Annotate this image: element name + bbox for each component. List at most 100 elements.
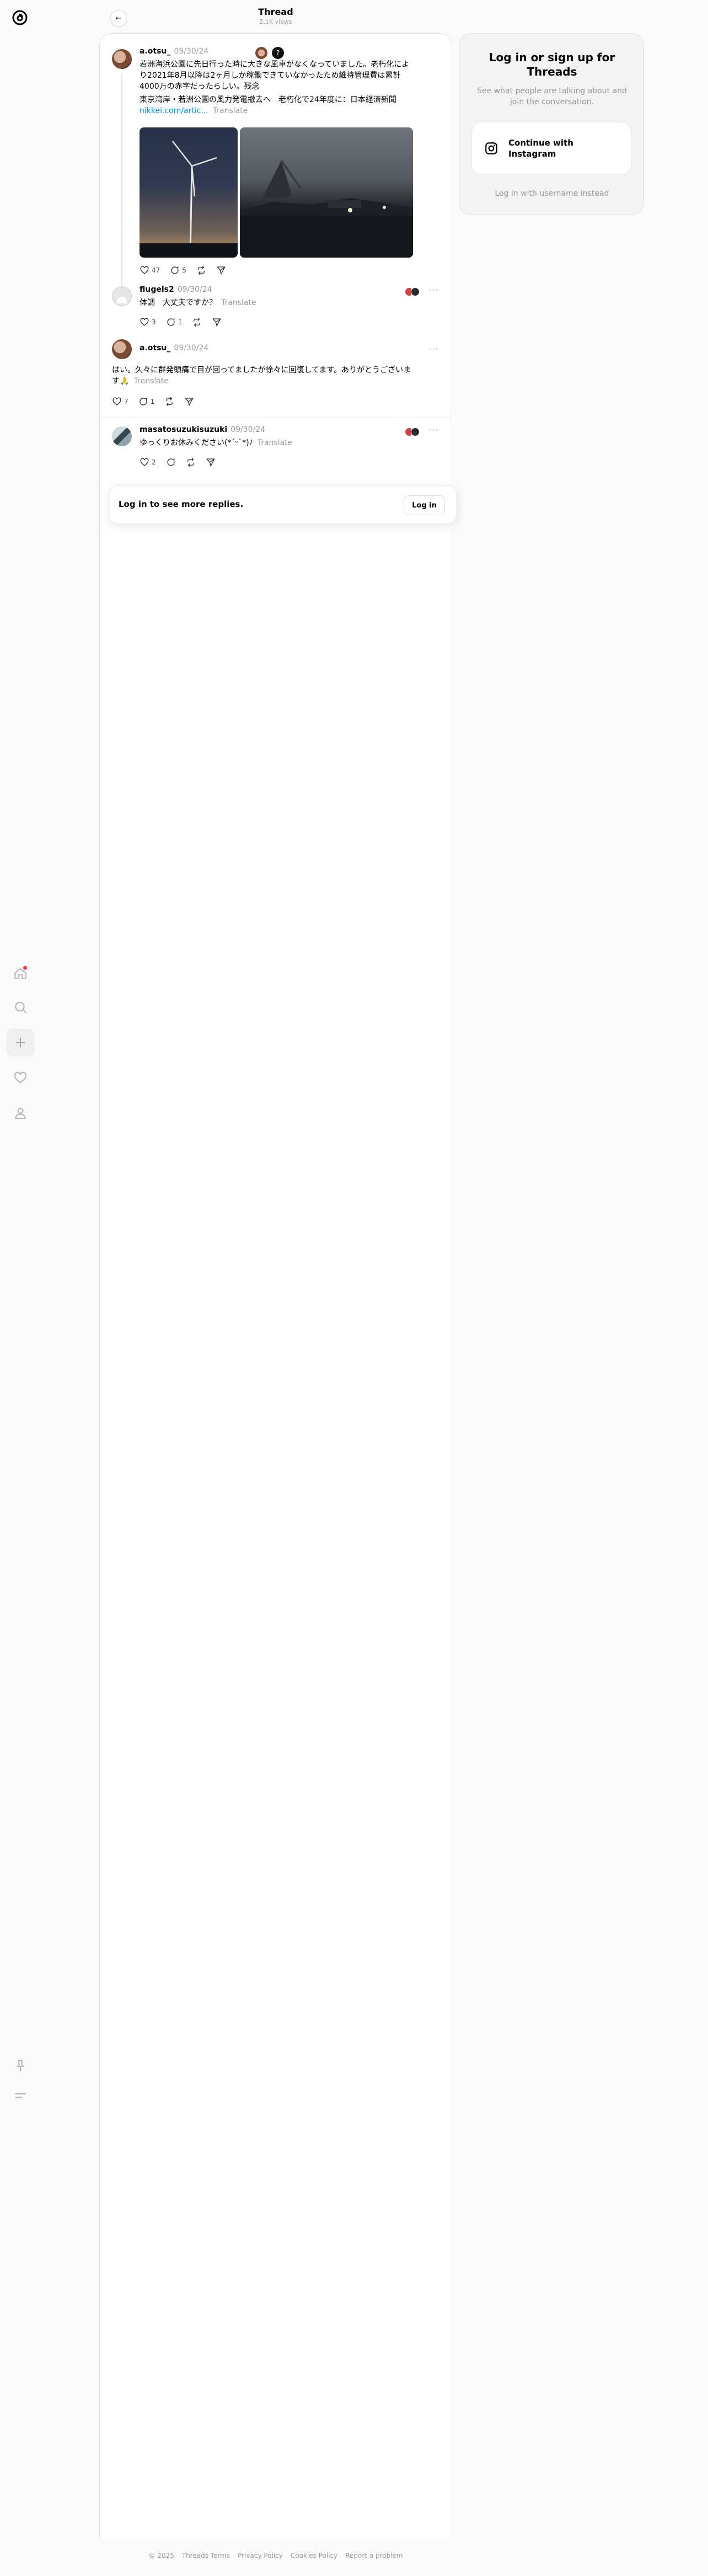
create-icon: [15, 1038, 25, 1047]
send-icon: [206, 458, 215, 467]
post-date[interactable]: 09/30/24: [230, 425, 265, 434]
post-date[interactable]: 09/30/24: [178, 285, 212, 294]
link-title: 東京湾岸・若洲公園の風力発電撤去へ 老朽化で24年度に：日本経済新聞: [140, 95, 396, 104]
reacted-avatar: [255, 47, 267, 59]
login-button[interactable]: Log in: [404, 495, 445, 515]
media-image-wind-turbine[interactable]: [140, 127, 238, 258]
avatar[interactable]: [112, 339, 132, 359]
nav-home[interactable]: [7, 960, 34, 987]
translate-link[interactable]: Translate: [258, 439, 293, 447]
reply-button[interactable]: 5: [170, 265, 186, 275]
menu-button[interactable]: [7, 2082, 34, 2109]
repost-icon: [194, 317, 201, 327]
like-button[interactable]: 7: [112, 397, 128, 407]
reply-button[interactable]: [166, 457, 176, 467]
translate-link[interactable]: Translate: [221, 298, 256, 307]
username[interactable]: masatosuzukisuzuki: [140, 425, 227, 434]
avatar[interactable]: [112, 426, 132, 446]
reply-button[interactable]: 1: [166, 317, 183, 327]
reply-count: 5: [182, 266, 186, 274]
username-login-link[interactable]: Log in with username instead: [476, 189, 628, 198]
repost-button[interactable]: [196, 265, 206, 275]
footer: © 2025 Threads Terms Privacy Policy Cook…: [0, 2552, 551, 2559]
more-options-button[interactable]: ···: [428, 425, 438, 435]
nav-create[interactable]: [7, 1029, 34, 1056]
threads-logo-icon[interactable]: [9, 7, 31, 29]
translate-link[interactable]: Translate: [133, 377, 169, 386]
post-actions: 3 1: [140, 317, 222, 327]
avatar[interactable]: [112, 286, 132, 306]
nav-activity[interactable]: [7, 1064, 34, 1092]
heart-icon: [140, 318, 149, 326]
post-text: ゆっくりお休みください(*ˊᵕˋ*)ﾉ: [140, 439, 253, 447]
post-actions: 47 5: [140, 265, 226, 275]
media-image-park-night[interactable]: [240, 127, 413, 258]
info-icon[interactable]: ?: [272, 47, 284, 59]
footer-link-report[interactable]: Report a problem: [345, 2552, 403, 2559]
footer-link-privacy[interactable]: Privacy Policy: [238, 2552, 283, 2559]
post-header: masatosuzukisuzuki 09/30/24: [140, 425, 265, 434]
post-link[interactable]: nikkei.com/artic...: [140, 106, 208, 115]
post-body: 体調 大丈夫ですか？ Translate: [140, 297, 256, 308]
like-count: 47: [152, 266, 160, 274]
like-button[interactable]: 2: [140, 457, 156, 467]
reply-count: 1: [178, 318, 183, 326]
comment-icon: [140, 398, 147, 405]
post-body: はい。久々に群発頭痛で目が回ってましたが徐々に回復してます。ありがとうございま …: [112, 365, 443, 387]
profile-icon: [15, 1108, 26, 1119]
heart-icon: [112, 397, 121, 405]
pin-icon: [17, 2060, 24, 2071]
view-count: 2.1K views: [259, 18, 292, 25]
menu-icon: [15, 2093, 26, 2098]
reply-count: 1: [150, 398, 155, 405]
send-icon: [185, 398, 194, 406]
like-count: 7: [124, 398, 128, 405]
like-count: 3: [152, 318, 156, 326]
like-button[interactable]: 47: [140, 265, 160, 275]
instagram-icon: [485, 142, 497, 154]
avatar[interactable]: [112, 49, 132, 69]
reply-button[interactable]: 1: [138, 397, 155, 407]
more-options-button[interactable]: ···: [428, 285, 438, 295]
post-date[interactable]: 09/30/24: [174, 344, 208, 352]
login-prompt-card: Log in to see more replies. Log in: [109, 485, 457, 524]
translate-link[interactable]: Translate: [213, 106, 248, 115]
send-icon: [217, 266, 226, 275]
post-body: 若洲海浜公園に先日行った時に大きな風車がなくなっていました。老朽化によ り202…: [140, 59, 437, 116]
repost-icon: [197, 265, 205, 275]
post-header: flugels2 09/30/24: [140, 285, 212, 294]
username[interactable]: a.otsu_: [140, 47, 170, 56]
comment-icon: [167, 458, 175, 466]
nav-profile[interactable]: [7, 1099, 34, 1127]
repost-button[interactable]: [186, 457, 196, 467]
more-options-button[interactable]: ···: [428, 344, 438, 354]
nav-search[interactable]: [7, 993, 34, 1021]
post-text-line: 4000万の赤字だったらしい。残念: [140, 82, 260, 91]
like-button[interactable]: 3: [140, 317, 156, 327]
post-header: a.otsu_ 09/30/24: [140, 47, 208, 56]
footer-link-terms[interactable]: Threads Terms: [182, 2552, 230, 2559]
continue-with-instagram-button[interactable]: Continue with Instagram: [471, 122, 631, 175]
username[interactable]: flugels2: [140, 285, 174, 294]
username[interactable]: a.otsu_: [140, 344, 170, 352]
like-count: 2: [152, 458, 156, 466]
share-button[interactable]: [206, 457, 216, 467]
footer-link-cookies[interactable]: Cookies Policy: [291, 2552, 337, 2559]
post-text-line: す🙏: [112, 377, 130, 386]
share-button[interactable]: [216, 265, 226, 275]
post-date[interactable]: 09/30/24: [174, 47, 208, 56]
post-header: a.otsu_ 09/30/24: [140, 344, 208, 352]
pin-button[interactable]: [7, 2052, 34, 2080]
repost-button[interactable]: [164, 397, 174, 407]
reply-avatars: [405, 287, 420, 296]
card-subtitle: See what people are talking about and jo…: [477, 87, 627, 106]
back-button[interactable]: ←: [110, 10, 127, 26]
comment-icon: [167, 318, 175, 326]
page-title: Thread: [258, 7, 293, 17]
back-arrow-icon: ←: [115, 14, 122, 23]
share-button[interactable]: [184, 397, 194, 407]
repost-button[interactable]: [192, 317, 202, 327]
reaction-indicators: ?: [255, 47, 284, 59]
heart-icon: [14, 1072, 26, 1083]
share-button[interactable]: [212, 317, 222, 327]
